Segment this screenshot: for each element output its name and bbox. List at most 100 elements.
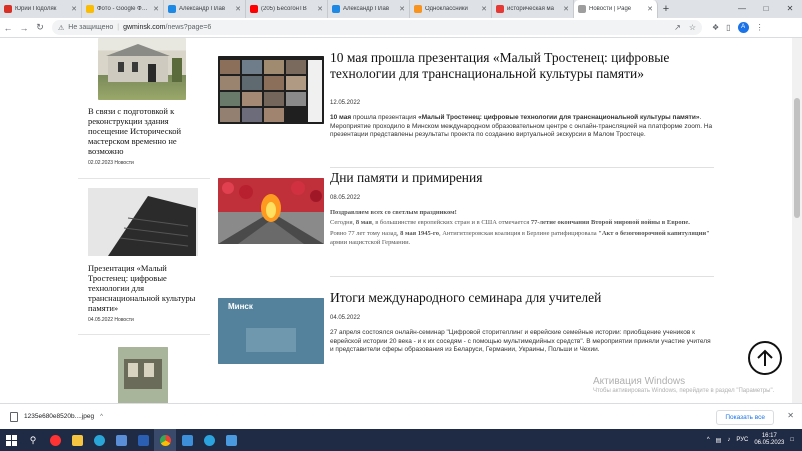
tray-chevron-icon[interactable]: ^ — [707, 437, 710, 443]
download-filename[interactable]: 1235e680e8520b....jpeg — [24, 413, 94, 420]
side-panel-icon[interactable]: ▯ — [726, 23, 730, 32]
sidebar-item-date: 02.02.2023 — [88, 160, 114, 166]
tab-close-icon[interactable]: ✕ — [317, 5, 323, 13]
sidebar-item-title[interactable]: В связи с подготовкой к реконструкции зд… — [88, 106, 200, 156]
sidebar-item-category[interactable]: Новости — [114, 317, 133, 323]
browser-tab[interactable]: Фото - Google Фото ✕ — [82, 0, 164, 18]
network-icon[interactable]: ▤ — [716, 437, 722, 444]
bookmark-star-icon[interactable]: ☆ — [689, 23, 696, 32]
tab-favicon-icon — [168, 5, 176, 13]
browser-tab[interactable]: Юрий Подоляк ✕ — [0, 0, 82, 18]
tab-title: историческая ма — [507, 6, 554, 12]
page-content: В связи с подготовкой к реконструкции зд… — [0, 38, 802, 403]
clock-date: 06.05.2023 — [754, 440, 785, 446]
search-icon[interactable]: ⚲ — [22, 429, 44, 451]
file-icon — [10, 411, 18, 422]
memorial-photo[interactable] — [88, 188, 198, 256]
close-window-icon[interactable]: ✕ — [778, 0, 802, 18]
telegram-icon[interactable] — [198, 429, 220, 451]
language-indicator[interactable]: РУС — [736, 437, 748, 443]
tab-close-icon[interactable]: ✕ — [563, 5, 569, 13]
browser-tab[interactable]: историческая ма ✕ — [492, 0, 574, 18]
warning-icon: ⚠ — [58, 24, 65, 32]
close-icon[interactable]: ✕ — [787, 411, 794, 420]
chevron-up-icon[interactable]: ^ — [100, 414, 103, 420]
sidebar-item[interactable]: В связи с подготовкой к реконструкции зд… — [78, 38, 210, 173]
arrow-up-icon — [757, 349, 773, 366]
security-label: Не защищено — [68, 24, 114, 31]
article-title[interactable]: Итоги международного семинара для учител… — [330, 290, 710, 306]
article-title[interactable]: 10 мая прошла презентация «Малый Тростен… — [330, 50, 710, 82]
file-explorer-icon[interactable] — [66, 429, 88, 451]
minimize-icon[interactable]: — — [730, 0, 754, 18]
tab-favicon-icon — [4, 5, 12, 13]
seminar-thumbnail[interactable]: Минск — [218, 298, 324, 364]
divider — [330, 167, 714, 168]
volume-icon[interactable]: ♪ — [727, 437, 730, 443]
forward-icon[interactable]: → — [16, 23, 32, 33]
tab-close-icon[interactable]: ✕ — [71, 5, 77, 13]
notifications-icon[interactable]: □ — [790, 437, 794, 443]
article-paragraph: Сегодня, 8 мая, в большинстве европейски… — [330, 219, 714, 228]
zoom-meeting-thumbnail[interactable] — [218, 56, 324, 124]
watermark-text: Чтобы активировать Windows, перейдите в … — [593, 388, 775, 394]
article-excerpt: 27 апреля состоялся онлайн-семинар "Цифр… — [330, 329, 711, 353]
article-excerpt-bold: «Малый Тростенец: цифровые технологии дл… — [418, 114, 700, 121]
scrollbar-thumb[interactable] — [794, 98, 800, 218]
sidebar-item-date: 04.05.2022 — [88, 317, 114, 323]
edge-icon[interactable] — [88, 429, 110, 451]
profile-avatar[interactable]: A — [737, 22, 749, 33]
tab-close-icon[interactable]: ✕ — [481, 5, 487, 13]
book-cover-image[interactable] — [118, 347, 168, 403]
tab-favicon-icon — [332, 5, 340, 13]
article-title[interactable]: Дни памяти и примирения — [330, 170, 710, 186]
article-date: 08.05.2022 — [330, 195, 361, 201]
tab-title: Фото - Google Фото — [97, 6, 151, 12]
divider — [78, 334, 210, 335]
page-scrollbar[interactable] — [792, 38, 802, 403]
sidebar-item-meta: 04.05.2022 Новости — [88, 317, 134, 323]
tab-close-icon[interactable]: ✕ — [153, 5, 159, 13]
maximize-icon[interactable]: □ — [754, 0, 778, 18]
address-bar[interactable]: ⚠ Не защищено | gwminsk.com/news?page=6 … — [52, 20, 702, 35]
watermark-title: Активация Windows — [593, 376, 686, 387]
scroll-to-top-button[interactable] — [748, 341, 782, 375]
news-article: Дни памяти и примирения 08.05.2022 Поздр… — [218, 170, 718, 290]
browser-tab[interactable]: Александр Плав ✕ — [328, 0, 410, 18]
new-tab-button[interactable]: + — [658, 3, 674, 15]
article-text: Ровно 77 лет тому назад, — [330, 230, 401, 237]
show-all-downloads-button[interactable]: Показать все — [716, 410, 774, 425]
windows-start-icon[interactable] — [0, 429, 22, 451]
chrome-icon[interactable] — [154, 429, 176, 451]
share-icon[interactable]: ↗ — [674, 23, 681, 32]
sidebar-item-title[interactable]: Презентация «Малый Тростенец: цифровые т… — [88, 263, 200, 313]
browser-tab[interactable]: Одноклассники ✕ — [410, 0, 492, 18]
building-photo[interactable] — [98, 38, 186, 100]
eternal-flame-thumbnail[interactable] — [218, 178, 324, 244]
photos-icon[interactable] — [176, 429, 198, 451]
url-host: gwminsk.com — [123, 24, 166, 31]
app-icon[interactable] — [220, 429, 242, 451]
tab-close-icon[interactable]: ✕ — [647, 5, 653, 13]
back-icon[interactable]: ← — [0, 23, 16, 33]
tab-favicon-icon — [414, 5, 422, 13]
reload-icon[interactable]: ↻ — [32, 22, 48, 33]
browser-tab[interactable]: (205) БесогонТВ ✕ — [246, 0, 328, 18]
thumbnail-label: Минск — [228, 302, 253, 311]
clock[interactable]: 16:17 06.05.2023 — [754, 433, 784, 447]
tab-close-icon[interactable]: ✕ — [235, 5, 241, 13]
menu-icon[interactable]: ⋮ — [756, 23, 764, 32]
yandex-browser-icon[interactable] — [44, 429, 66, 451]
article-text: , в большинстве европейских стран и в СШ… — [371, 218, 531, 226]
divider: | — [117, 24, 120, 31]
article-paragraph: Ровно 77 лет тому назад, 8 мая 1945-го, … — [330, 230, 714, 247]
browser-tab[interactable]: Александр Плав ✕ — [164, 0, 246, 18]
extensions-icon[interactable]: ❖ — [712, 23, 719, 32]
sidebar-item[interactable]: Презентация «Малый Тростенец: цифровые т… — [78, 186, 210, 331]
store-icon[interactable] — [110, 429, 132, 451]
word-icon[interactable] — [132, 429, 154, 451]
system-tray: ^ ▤ ♪ РУС 16:17 06.05.2023 □ — [707, 429, 802, 451]
sidebar-item-category[interactable]: Новости — [114, 160, 133, 166]
tab-close-icon[interactable]: ✕ — [399, 5, 405, 13]
browser-tab[interactable]: Новости | Page ✕ — [574, 0, 658, 18]
